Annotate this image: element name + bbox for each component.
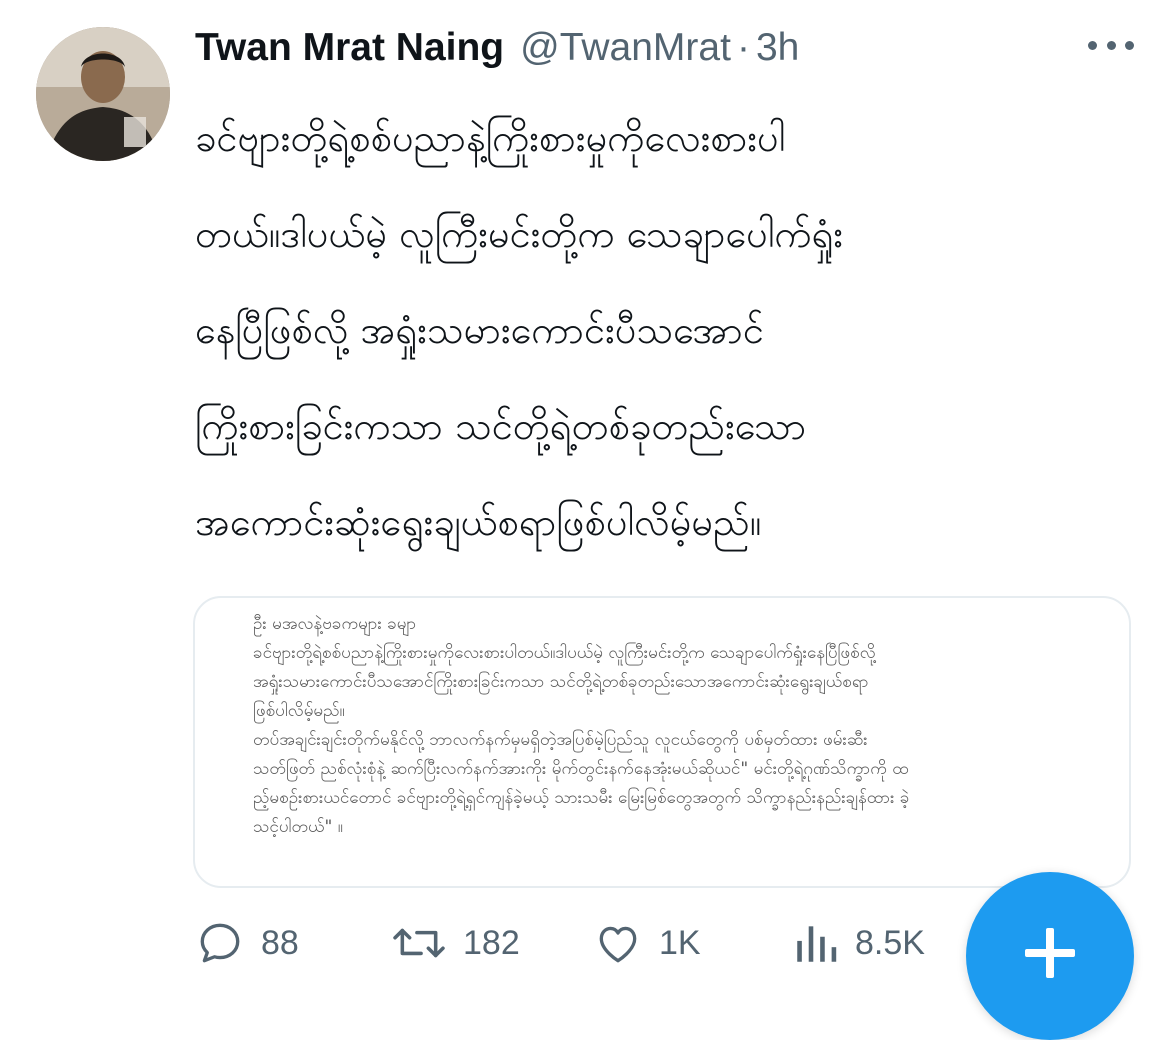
views-icon bbox=[797, 926, 837, 962]
image-text-line: ခင်ဗျားတို့ရဲ့စစ်ပညာနဲ့ကြိုးစားမှုကိုလေး… bbox=[253, 643, 876, 663]
image-text-line: သတ်ဖြတ် ညစ်လုံးစုံနဲ့ ဆက်ပြီးလက်နက်အားကိ… bbox=[253, 759, 909, 779]
retweet-count: 182 bbox=[463, 923, 520, 962]
image-text-line: တပ်အချင်းချင်းတိုက်မနိုင်လို့ ဘာလက်နက်မှ… bbox=[253, 730, 868, 750]
tweet-text: ခင်ဗျားတို့ရဲ့စစ်ပညာနဲ့ကြိုးစားမှုကိုလေး… bbox=[195, 90, 1115, 570]
tweet-text-line: ခင်ဗျားတို့ရဲ့စစ်ပညာနဲ့ကြိုးစားမှုကိုလေး… bbox=[195, 116, 786, 160]
attached-image[interactable]: ဦး မအလနဲ့ဗခကများ ခမျာ ခင်ဗျားတို့ရဲ့စစ်ပ… bbox=[193, 596, 1131, 888]
tweet-time[interactable]: 3h bbox=[756, 26, 799, 70]
reply-count: 88 bbox=[261, 923, 299, 962]
views-button[interactable]: 8.5K bbox=[793, 912, 925, 974]
tweet-text-line: ကြိုးစားခြင်းကသာ သင်တို့ရဲ့တစ်ခုတည်းသော bbox=[195, 404, 807, 448]
tweet-actions: 88 182 1K 8.5K bbox=[195, 912, 955, 974]
tweet-text-line: အကောင်းဆုံးရွေးချယ်စရာဖြစ်ပါလိမ့်မည်။ bbox=[195, 500, 762, 544]
retweet-icon bbox=[393, 928, 445, 958]
image-text-line: ဦး မအလနဲ့ဗခကများ ခမျာ bbox=[253, 614, 417, 634]
avatar-photo bbox=[36, 27, 170, 161]
like-count: 1K bbox=[659, 923, 701, 962]
image-text-line: ဖြစ်ပါလိမ့်မည်။ bbox=[253, 701, 345, 721]
tweet-text-line: တယ်။ဒါပယ်မဲ့ လူကြီးမင်းတို့က သေချာပေါက်ရ… bbox=[195, 212, 844, 256]
views-count: 8.5K bbox=[855, 923, 925, 962]
avatar[interactable] bbox=[36, 27, 170, 161]
image-text-line: ည့်မစဉ်းစားယင်တောင် ခင်ဗျားတို့ရဲ့ရှင်ကျ… bbox=[253, 788, 910, 808]
reply-button[interactable]: 88 bbox=[195, 912, 299, 974]
image-text-line: အရှုံးသမားကောင်းပီသအောင်ကြိုးစားခြင်းကသာ… bbox=[253, 672, 869, 692]
tweet-text-line: နေပြီဖြစ်လို့ အရှုံးသမားကောင်းပီသအောင် bbox=[195, 308, 764, 352]
separator-dot: · bbox=[736, 26, 750, 69]
compose-button[interactable] bbox=[966, 872, 1134, 1040]
attached-image-text: ဦး မအလနဲ့ဗခကများ ခမျာ ခင်ဗျားတို့ရဲ့စစ်ပ… bbox=[253, 610, 1083, 842]
reply-icon bbox=[200, 923, 240, 963]
more-options-icon[interactable] bbox=[1088, 30, 1134, 60]
retweet-button[interactable]: 182 bbox=[391, 912, 520, 974]
heart-icon bbox=[599, 926, 637, 963]
author-name[interactable]: Twan Mrat Naing bbox=[195, 26, 504, 70]
like-button[interactable]: 1K bbox=[593, 912, 701, 974]
tweet-header: Twan Mrat Naing @TwanMrat · 3h bbox=[195, 22, 1130, 74]
image-text-line: သင့်ပါတယ်" ။ bbox=[253, 817, 343, 837]
author-handle[interactable]: @TwanMrat bbox=[520, 26, 731, 70]
